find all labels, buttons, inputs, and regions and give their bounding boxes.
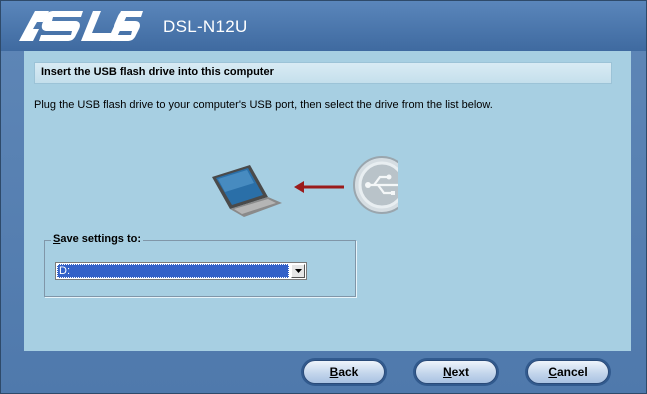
step-title: Insert the USB flash drive into this com…: [41, 66, 274, 78]
dropdown-button[interactable]: [291, 264, 305, 278]
next-button[interactable]: Next: [415, 360, 497, 384]
save-settings-group: Save settings to: D:: [44, 233, 356, 297]
drive-select[interactable]: D:: [55, 262, 307, 280]
laptop-icon: [212, 165, 282, 217]
cancel-button[interactable]: Cancel: [527, 360, 609, 384]
content-panel: Insert the USB flash drive into this com…: [24, 51, 631, 351]
usb-icon: [353, 156, 411, 214]
save-settings-label: Save settings to:: [51, 233, 144, 245]
arrow-left-icon: [294, 181, 344, 193]
button-bar: Back Next Cancel: [1, 351, 646, 393]
instruction-text: Plug the USB flash drive to your compute…: [34, 99, 493, 111]
installer-window: DSL-N12U Insert the USB flash drive into…: [0, 0, 647, 394]
chevron-down-icon: [295, 269, 302, 273]
asus-logo: [13, 9, 143, 48]
back-button[interactable]: Back: [303, 360, 385, 384]
step-banner: Insert the USB flash drive into this com…: [34, 62, 612, 84]
usb-illustration: [208, 151, 411, 226]
header-bar: DSL-N12U: [1, 1, 646, 51]
drive-select-value: D:: [57, 264, 289, 278]
model-name: DSL-N12U: [163, 17, 248, 36]
